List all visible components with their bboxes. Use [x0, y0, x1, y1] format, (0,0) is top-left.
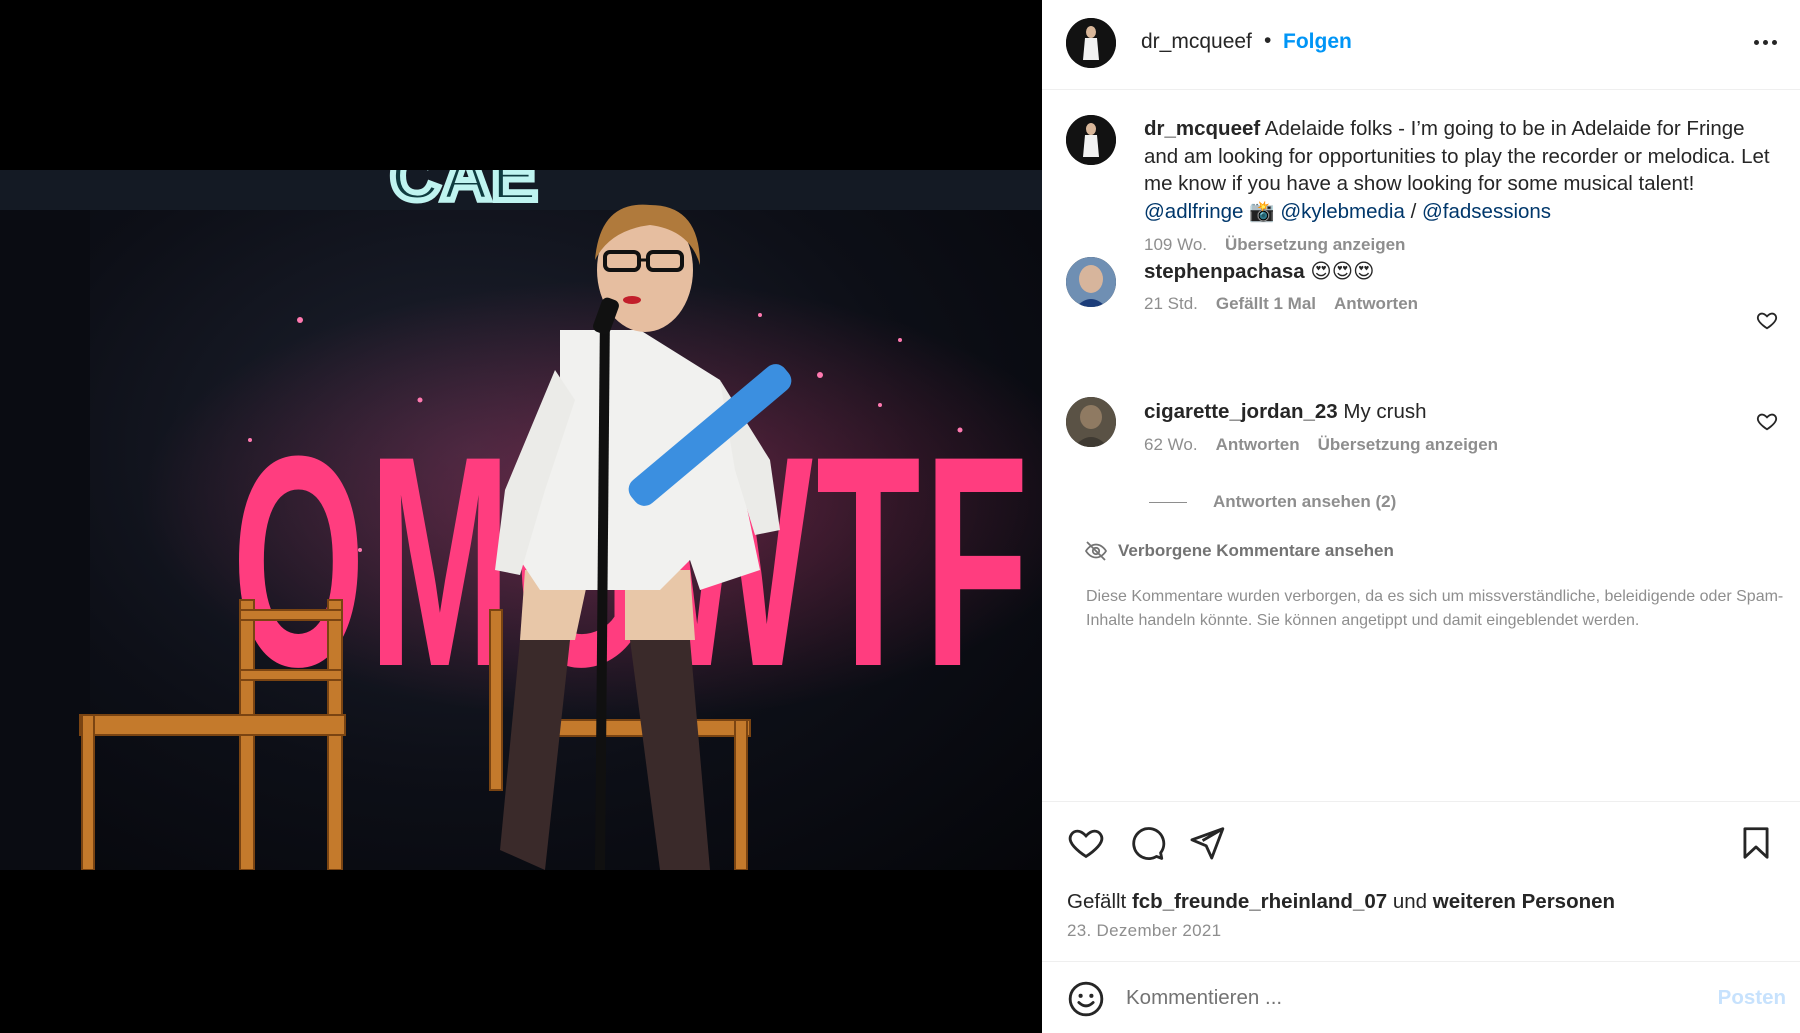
more-options-icon[interactable] — [1748, 28, 1782, 56]
caption-translate-link[interactable]: Übersetzung anzeigen — [1225, 235, 1405, 255]
comment-likes-link[interactable]: Gefällt 1 Mal — [1216, 294, 1316, 314]
caption-time[interactable]: 109 Wo. — [1144, 235, 1207, 255]
add-comment-bar: Posten — [1042, 961, 1800, 1033]
mention-fadsessions[interactable]: @fadsessions — [1422, 200, 1551, 223]
camera-emoji: 📸 — [1243, 199, 1281, 223]
post-header: dr_mcqueef • Folgen — [1042, 0, 1800, 90]
comment-text: stephenpachasa 😍😍😍 — [1144, 259, 1374, 284]
follow-button[interactable]: Folgen — [1283, 30, 1352, 54]
share-paper-plane-icon[interactable] — [1188, 824, 1226, 862]
comment-translate-link[interactable]: Übersetzung anzeigen — [1318, 435, 1498, 455]
comment-username[interactable]: stephenpachasa — [1144, 260, 1305, 283]
comments-section[interactable]: dr_mcqueef Adelaide folks - I’m going to… — [1042, 91, 1800, 801]
comment-time[interactable]: 21 Std. — [1144, 294, 1198, 314]
post-photo[interactable]: CAE OMGWTF — [0, 170, 1042, 870]
caption-author-avatar[interactable] — [1066, 115, 1116, 165]
eye-slash-icon — [1084, 541, 1108, 561]
author-avatar[interactable] — [1066, 18, 1116, 68]
mention-adlfringe[interactable]: @adlfringe — [1144, 200, 1243, 223]
top-sign-text: CAE — [390, 170, 538, 215]
bookmark-icon[interactable] — [1737, 824, 1775, 862]
likes-prefix: Gefällt — [1067, 890, 1132, 913]
comment-body: 😍😍😍 — [1304, 260, 1375, 283]
caption-username[interactable]: dr_mcqueef — [1144, 117, 1260, 140]
reply-button[interactable]: Antworten — [1216, 435, 1300, 455]
post-details-panel: dr_mcqueef • Folgen dr_mcqueef Adelaide … — [1042, 0, 1800, 1033]
comment-text: cigarette_jordan_23 My crush — [1144, 400, 1427, 424]
caption-meta: 109 Wo. Übersetzung anzeigen — [1144, 235, 1405, 255]
view-replies-label: Antworten ansehen (2) — [1213, 492, 1397, 511]
author-username[interactable]: dr_mcqueef — [1141, 30, 1252, 54]
like-comment-heart-icon[interactable] — [1756, 309, 1778, 331]
replies-divider-line — [1149, 501, 1187, 503]
reply-button[interactable]: Antworten — [1334, 294, 1418, 314]
mention-kylebmedia[interactable]: @kylebmedia — [1280, 200, 1405, 223]
performer-photo-illustration: CAE OMGWTF — [0, 170, 1042, 870]
show-hidden-comments-button[interactable]: Verborgene Kommentare ansehen — [1084, 539, 1394, 563]
comment-time[interactable]: 62 Wo. — [1144, 435, 1198, 455]
comment-bubble-icon[interactable] — [1128, 824, 1166, 862]
caption-slash: / — [1404, 199, 1422, 223]
emoji-smiley-icon[interactable] — [1067, 980, 1105, 1018]
likes-middle: und — [1387, 890, 1433, 913]
comment-meta: 62 Wo. Antworten Übersetzung anzeigen — [1144, 435, 1498, 455]
commenter-avatar[interactable] — [1066, 397, 1116, 447]
hidden-comments-label: Verborgene Kommentare ansehen — [1118, 541, 1394, 560]
like-comment-heart-icon[interactable] — [1756, 410, 1778, 432]
like-heart-icon[interactable] — [1067, 824, 1105, 862]
commenter-avatar[interactable] — [1066, 257, 1116, 307]
post-actions: Gefällt fcb_freunde_rheinland_07 und wei… — [1042, 801, 1800, 961]
post-comment-button[interactable]: Posten — [1718, 986, 1786, 1010]
likes-user-link[interactable]: fcb_freunde_rheinland_07 — [1132, 890, 1387, 913]
caption-text: dr_mcqueef Adelaide folks - I’m going to… — [1144, 115, 1774, 225]
likes-summary: Gefällt fcb_freunde_rheinland_07 und wei… — [1067, 890, 1615, 914]
view-replies-button[interactable]: Antworten ansehen (2) — [1149, 492, 1396, 512]
post-media[interactable]: CAE OMGWTF — [0, 0, 1042, 1033]
comment-meta: 21 Std. Gefällt 1 Mal Antworten — [1144, 294, 1418, 314]
hidden-comments-note: Diese Kommentare wurden verborgen, da es… — [1086, 588, 1784, 629]
comment-username[interactable]: cigarette_jordan_23 — [1144, 400, 1338, 423]
likes-others-link[interactable]: weiteren Personen — [1433, 890, 1615, 913]
comment-body: My crush — [1337, 400, 1427, 423]
header-separator: • — [1264, 29, 1272, 52]
post-date[interactable]: 23. Dezember 2021 — [1067, 921, 1221, 941]
comment-input[interactable] — [1126, 978, 1686, 1018]
